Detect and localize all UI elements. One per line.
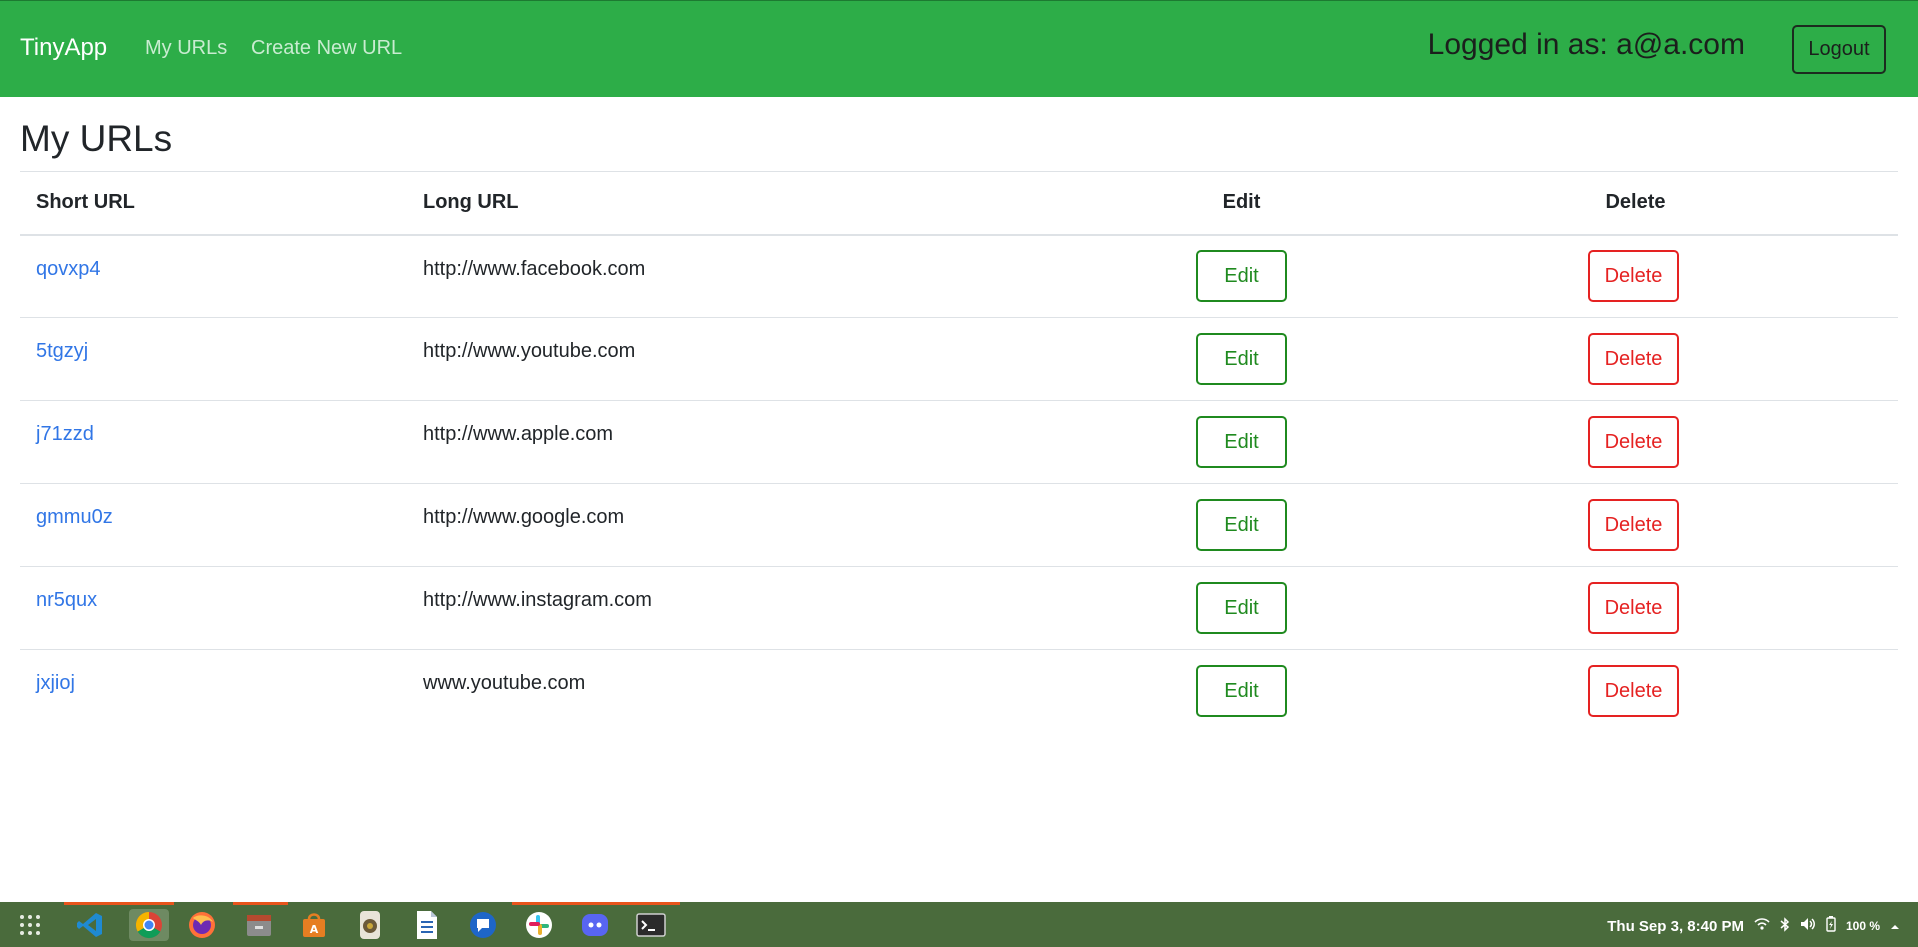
short-url-link[interactable]: qovxp4: [36, 258, 101, 280]
table-row: qovxp4 http://www.facebook.com Edit Dele…: [20, 234, 1898, 318]
chrome-icon[interactable]: [129, 909, 169, 941]
volume-icon[interactable]: [1800, 917, 1816, 935]
delete-button[interactable]: Delete: [1588, 665, 1679, 718]
edit-button[interactable]: Edit: [1196, 665, 1287, 718]
page-title: My URLs: [20, 118, 173, 159]
nav-my-urls[interactable]: My URLs: [145, 37, 227, 60]
edit-button[interactable]: Edit: [1196, 333, 1287, 385]
svg-text:A: A: [310, 923, 319, 936]
short-url-link[interactable]: nr5qux: [36, 589, 97, 611]
files-icon[interactable]: [243, 909, 275, 941]
nav-create-new-url[interactable]: Create New URL: [251, 37, 402, 60]
edit-button[interactable]: Edit: [1196, 582, 1287, 634]
long-url: www.youtube.com: [423, 672, 586, 694]
table-row: jxjioj www.youtube.com Edit Delete: [20, 650, 1898, 733]
header-short-url: Short URL: [20, 171, 407, 236]
chevron-up-icon[interactable]: [1890, 918, 1900, 935]
logout-button[interactable]: Logout: [1792, 25, 1886, 74]
delete-button[interactable]: Delete: [1588, 416, 1679, 468]
urls-table: Short URL Long URL Edit Delete qovxp4 ht…: [20, 171, 1898, 733]
active-app-indicator: [512, 902, 680, 905]
table-row: gmmu0z http://www.google.com Edit Delete: [20, 483, 1898, 567]
software-store-icon[interactable]: A: [298, 909, 330, 941]
app-grid-icon[interactable]: [14, 909, 46, 941]
brand-link[interactable]: TinyApp: [20, 34, 107, 62]
table-row: 5tgzyj http://www.youtube.com Edit Delet…: [20, 317, 1898, 401]
taskbar: A Thu Sep 3, 8:40 PM 100 %: [0, 902, 1918, 947]
delete-button[interactable]: Delete: [1588, 333, 1679, 385]
battery-icon[interactable]: [1826, 916, 1836, 936]
table-header-row: Short URL Long URL Edit Delete: [20, 171, 1898, 236]
navbar: TinyApp My URLs Create New URL Logged in…: [0, 0, 1918, 97]
active-app-indicator: [233, 902, 288, 905]
firefox-icon[interactable]: [186, 909, 218, 941]
table-row: j71zzd http://www.apple.com Edit Delete: [20, 400, 1898, 484]
long-url: http://www.apple.com: [407, 400, 1110, 484]
delete-button[interactable]: Delete: [1588, 582, 1679, 634]
delete-button[interactable]: Delete: [1588, 499, 1679, 551]
edit-button[interactable]: Edit: [1196, 499, 1287, 551]
short-url-link[interactable]: gmmu0z: [36, 506, 113, 528]
table-row: nr5qux http://www.instagram.com Edit Del…: [20, 566, 1898, 650]
bluetooth-icon[interactable]: [1780, 916, 1790, 936]
active-app-indicator: [64, 902, 174, 905]
slack-icon[interactable]: [523, 909, 555, 941]
long-url: http://www.google.com: [407, 483, 1110, 567]
delete-button[interactable]: Delete: [1588, 250, 1679, 303]
clock[interactable]: Thu Sep 3, 8:40 PM: [1607, 918, 1744, 935]
short-url-link[interactable]: j71zzd: [36, 423, 94, 445]
discord-icon[interactable]: [579, 909, 611, 941]
header-delete: Delete: [1373, 171, 1898, 236]
short-url-link[interactable]: jxjioj: [36, 672, 75, 694]
battery-percentage: 100 %: [1845, 919, 1880, 933]
logged-in-label: Logged in as: a@a.com: [1427, 28, 1745, 61]
long-url: http://www.instagram.com: [407, 566, 1110, 650]
edit-button[interactable]: Edit: [1196, 250, 1287, 303]
messages-icon[interactable]: [467, 909, 499, 941]
audio-icon[interactable]: [354, 909, 386, 941]
wifi-icon[interactable]: [1754, 917, 1770, 935]
writer-icon[interactable]: [411, 909, 443, 941]
terminal-icon[interactable]: [635, 909, 667, 941]
long-url: http://www.facebook.com: [407, 234, 1110, 318]
long-url: http://www.youtube.com: [407, 317, 1110, 401]
header-edit: Edit: [1110, 171, 1373, 236]
edit-button[interactable]: Edit: [1196, 416, 1287, 468]
short-url-link[interactable]: 5tgzyj: [36, 340, 88, 362]
header-long-url: Long URL: [407, 171, 1110, 236]
system-tray: Thu Sep 3, 8:40 PM 100 %: [1607, 916, 1900, 936]
vscode-icon[interactable]: [74, 909, 106, 941]
